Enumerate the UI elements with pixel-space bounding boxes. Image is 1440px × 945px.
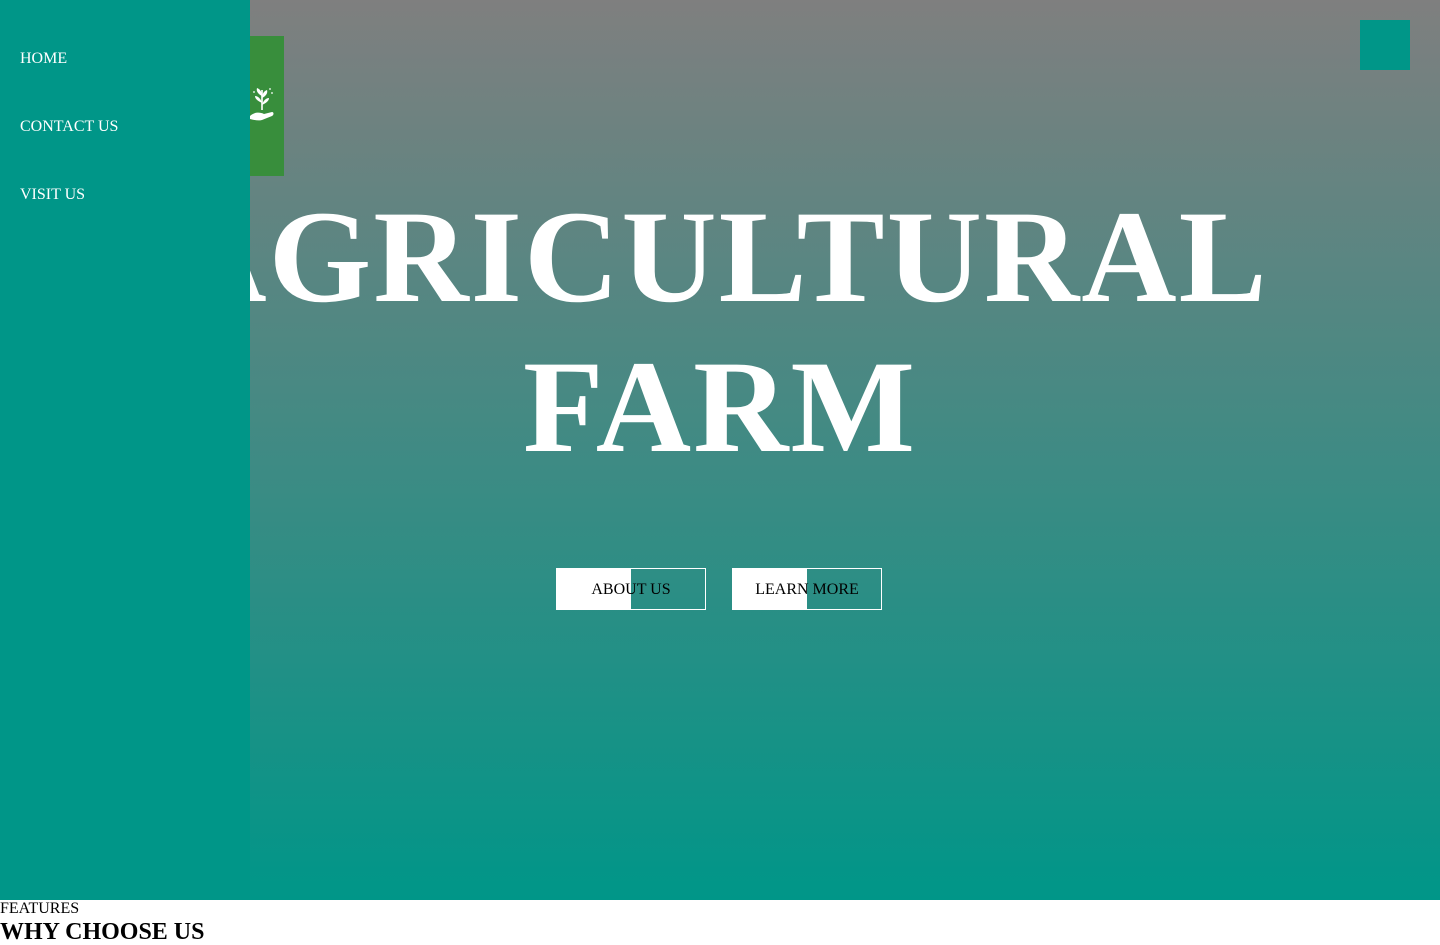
sidebar-item-visit-us[interactable]: VISIT US [20, 185, 85, 205]
sidebar-item-contact-us[interactable]: CONTACT US [20, 117, 118, 137]
features-label: FEATURES [0, 900, 80, 917]
sidebar-item-home[interactable]: HOME [20, 49, 67, 69]
features-section: FEATURES WHY CHOOSE US [0, 899, 1440, 945]
hand-holding-plant-icon [250, 88, 274, 121]
about-us-button[interactable]: ABOUT US [556, 568, 706, 610]
sidebar-nav: HOME CONTACT US VISIT US [0, 0, 250, 900]
menu-toggle-button[interactable] [1360, 20, 1410, 70]
features-heading: WHY CHOOSE US [0, 919, 205, 945]
learn-more-button[interactable]: LEARN MORE [732, 568, 882, 610]
